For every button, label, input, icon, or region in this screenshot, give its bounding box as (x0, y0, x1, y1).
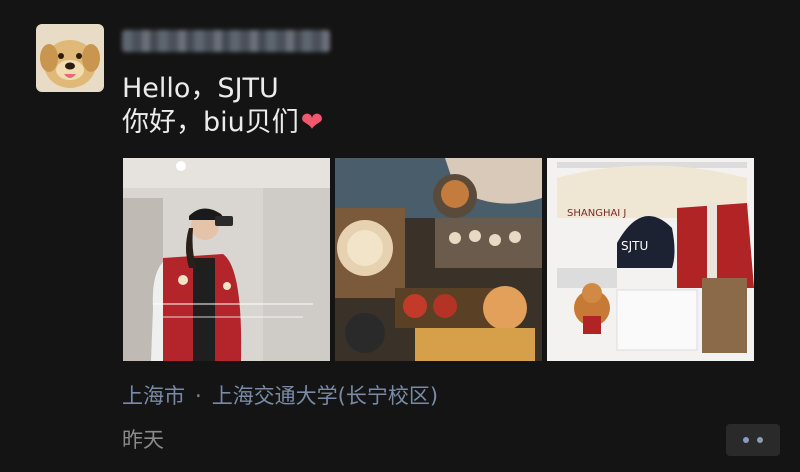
post-text-line-2-text: 你好，biu贝们 (122, 107, 299, 138)
location-place[interactable]: 上海交通大学(长宁校区) (212, 384, 438, 408)
post-text-line-2: 你好，biu贝们❤ (122, 106, 323, 140)
post-text-line-1: Hello，SJTU (122, 73, 279, 104)
post-time: 昨天 (122, 428, 164, 452)
photo-1-girl-in-jacket[interactable] (123, 158, 330, 361)
cap-sjtu-text: SJTU (621, 239, 648, 253)
photo-2-dinner-table[interactable] (335, 158, 542, 361)
more-dot-icon (757, 437, 763, 443)
more-options-button[interactable] (726, 424, 780, 456)
heart-icon: ❤ (300, 107, 324, 138)
more-dot-icon (743, 437, 749, 443)
location-separator: · (195, 384, 202, 408)
photo-3-sjtu-merch[interactable]: SHANGHAI J SJTU (547, 158, 754, 361)
location-link[interactable]: 上海市 · 上海交通大学(长宁校区) (122, 380, 438, 410)
location-city[interactable]: 上海市 (122, 384, 185, 408)
author-avatar[interactable] (36, 24, 104, 92)
svg-text:SHANGHAI J: SHANGHAI J (567, 208, 626, 219)
author-name-blurred[interactable] (122, 30, 330, 52)
